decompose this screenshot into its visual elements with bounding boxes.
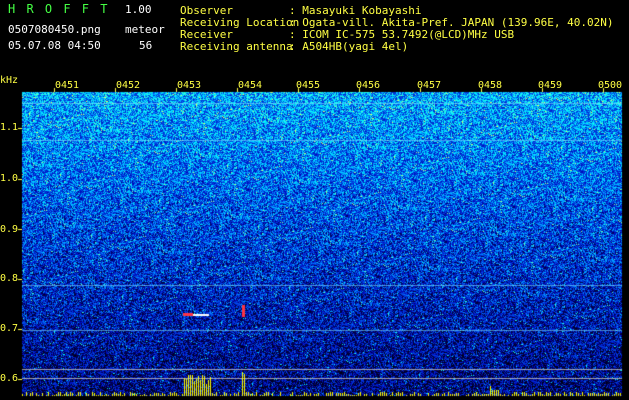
x-tick-label: 0454: [238, 80, 263, 91]
y-tick-label: 0.9: [0, 224, 19, 235]
x-tick-label: 0457: [417, 80, 442, 91]
x-tick-label: 0456: [356, 80, 381, 91]
x-tick-label: 0500: [598, 80, 623, 91]
antenna-value: : A504HB(yagi 4el): [289, 40, 409, 53]
app-name: H R O F F T: [8, 2, 110, 16]
y-tick-label: 1.1: [0, 122, 19, 133]
x-tick-label: 0453: [177, 80, 202, 91]
counter-value: 56: [139, 39, 153, 52]
app-version: 1.00: [125, 3, 152, 16]
x-tick-label: 0455: [296, 80, 321, 91]
y-tick-label: 0.7: [0, 323, 19, 334]
y-axis-unit: kHz: [0, 75, 19, 86]
antenna-label: Receiving antenna: [180, 40, 293, 53]
y-tick-label: 0.6: [0, 373, 19, 384]
date-time: 05.07.08 04:50: [8, 39, 101, 52]
y-tick-label: 1.0: [0, 173, 19, 184]
x-tick-label: 0451: [55, 80, 80, 91]
spectrogram-canvas: [0, 0, 629, 400]
file-name: 0507080450.png: [8, 23, 101, 36]
x-tick-label: 0458: [478, 80, 503, 91]
y-tick-label: 0.8: [0, 273, 19, 284]
x-tick-label: 0459: [538, 80, 563, 91]
x-tick-label: 0452: [116, 80, 141, 91]
counter-label: meteor: [125, 23, 165, 36]
